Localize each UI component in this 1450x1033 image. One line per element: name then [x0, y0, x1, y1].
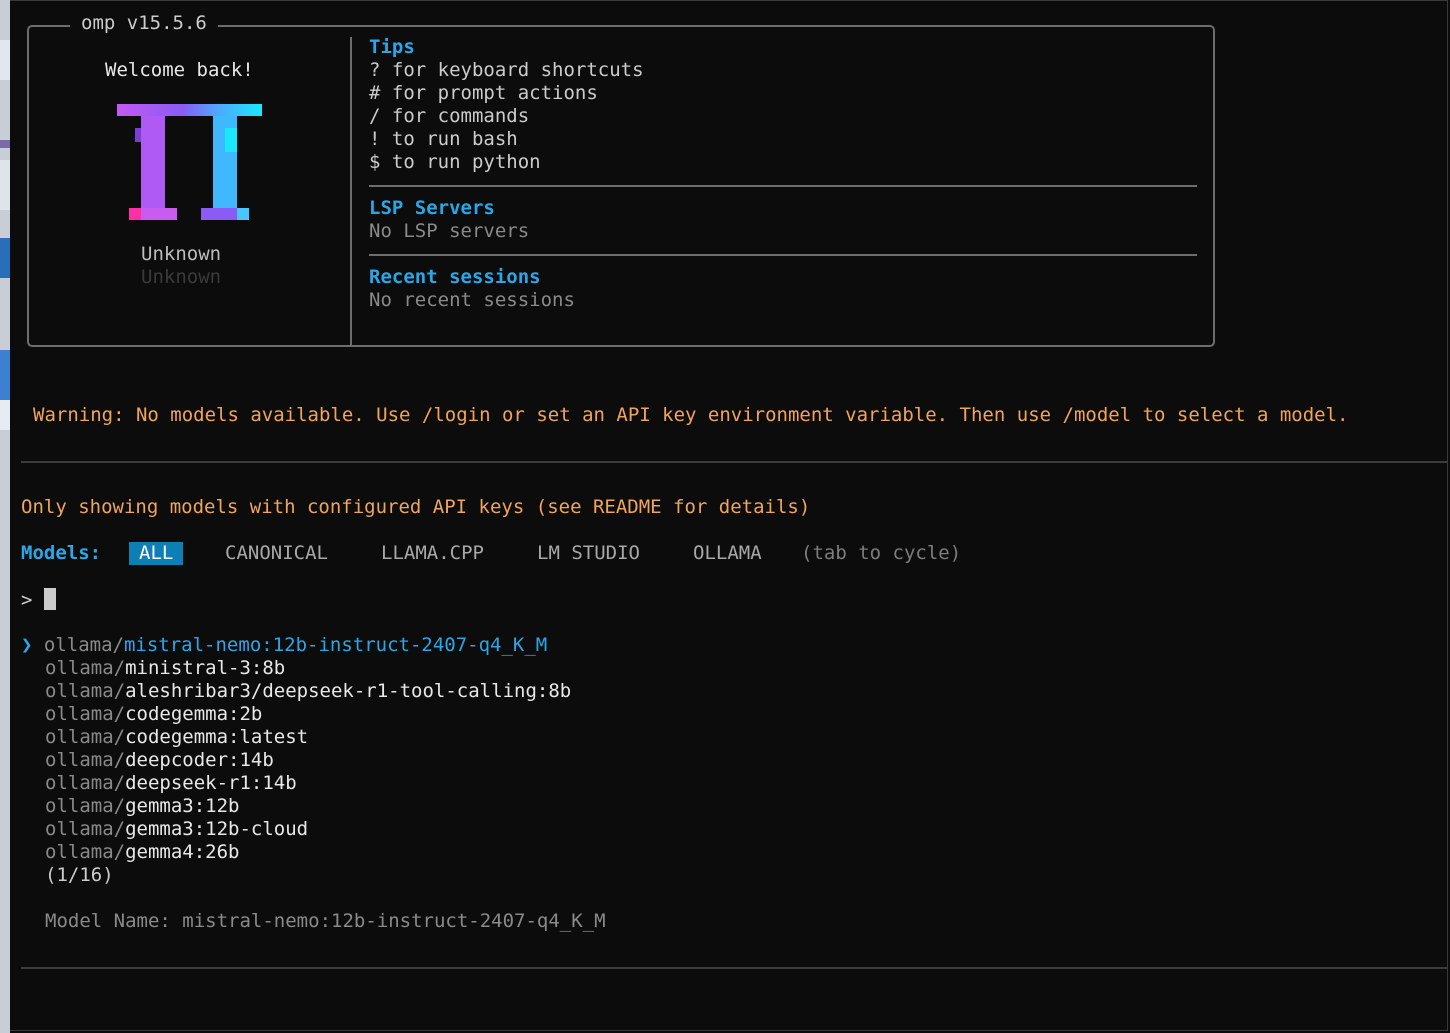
app-title: omp v15.5.6: [70, 12, 218, 35]
model-item[interactable]: ❯ ollama/mistral-nemo:12b-instruct-2407-…: [21, 634, 547, 657]
model-item[interactable]: ollama/codegemma:latest: [45, 726, 308, 749]
recent-status: No recent sessions: [369, 289, 575, 311]
model-item[interactable]: ollama/aleshribar3/deepseek-r1-tool-call…: [45, 680, 571, 703]
tips-heading: Tips: [369, 36, 415, 58]
user-name: Unknown: [141, 243, 222, 265]
tip-item: $ to run python: [369, 151, 541, 173]
model-item[interactable]: ollama/ministral-3:8b: [45, 657, 285, 680]
tab-llamacpp[interactable]: LLAMA.CPP: [381, 542, 484, 565]
model-item[interactable]: ollama/gemma3:12b: [45, 795, 239, 818]
model-name: gemma3:12b-cloud: [125, 818, 309, 840]
tab-canonical[interactable]: CANONICAL: [225, 542, 328, 565]
model-name: aleshribar3/deepseek-r1-tool-calling:8b: [125, 680, 572, 702]
model-provider: ollama/: [45, 749, 126, 771]
text-cursor: [43, 588, 56, 610]
model-provider: ollama/: [45, 795, 126, 817]
model-item[interactable]: ollama/gemma3:12b-cloud: [45, 818, 308, 841]
model-name: mistral-nemo:12b-instruct-2407-q4_K_M: [123, 634, 548, 656]
welcome-greeting: Welcome back!: [105, 59, 254, 81]
user-subtitle: Unknown: [141, 266, 222, 288]
tip-item: / for commands: [369, 105, 530, 127]
model-name: codegemma:2b: [125, 703, 263, 725]
pi-logo: [117, 104, 262, 220]
model-name: ministral-3:8b: [125, 657, 286, 679]
model-detail: Model Name: mistral-nemo:12b-instruct-24…: [45, 910, 606, 933]
model-provider: ollama/: [45, 772, 126, 794]
models-label: Models:: [21, 542, 102, 564]
tip-item: ! to run bash: [369, 128, 518, 150]
model-provider: ollama/: [43, 634, 124, 656]
model-item[interactable]: ollama/deepseek-r1:14b: [45, 772, 297, 795]
model-item[interactable]: ollama/codegemma:2b: [45, 703, 262, 726]
desktop-edge: [0, 0, 10, 1033]
panel-divider: [350, 37, 352, 347]
tab-lmstudio[interactable]: LM STUDIO: [537, 542, 640, 565]
section-divider: [369, 254, 1197, 256]
model-provider: ollama/: [45, 703, 126, 725]
model-item[interactable]: ollama/gemma4:26b: [45, 841, 239, 864]
lsp-status: No LSP servers: [369, 220, 530, 242]
section-rule: [21, 967, 1448, 969]
model-name: deepseek-r1:14b: [125, 772, 297, 794]
list-counter: (1/16): [45, 864, 114, 886]
api-key-notice: Only showing models with configured API …: [21, 496, 811, 518]
model-name: gemma3:12b: [125, 795, 240, 817]
prompt-symbol: >: [21, 589, 33, 611]
warning-message: Warning: No models available. Use /login…: [33, 404, 1349, 426]
model-name: codegemma:latest: [125, 726, 309, 748]
detail-value: mistral-nemo:12b-instruct-2407-q4_K_M: [182, 910, 606, 932]
model-provider: ollama/: [45, 818, 126, 840]
model-name: gemma4:26b: [125, 841, 240, 863]
lsp-heading: LSP Servers: [369, 197, 495, 219]
model-provider: ollama/: [45, 657, 126, 679]
recent-heading: Recent sessions: [369, 266, 541, 288]
model-name: deepcoder:14b: [125, 749, 274, 771]
tip-item: ? for keyboard shortcuts: [369, 59, 644, 81]
model-item[interactable]: ollama/deepcoder:14b: [45, 749, 274, 772]
tip-item: # for prompt actions: [369, 82, 598, 104]
section-rule: [21, 461, 1448, 463]
selection-pointer: ❯: [21, 634, 33, 656]
search-prompt[interactable]: >: [21, 588, 56, 612]
tab-all[interactable]: ALL: [129, 542, 184, 565]
section-divider: [369, 185, 1197, 187]
tab-hint: (tab to cycle): [801, 542, 962, 564]
model-provider: ollama/: [45, 726, 126, 748]
tab-ollama[interactable]: OLLAMA: [693, 542, 762, 565]
detail-label: Model Name:: [45, 910, 171, 932]
model-provider: ollama/: [45, 841, 126, 863]
model-provider: ollama/: [45, 680, 126, 702]
